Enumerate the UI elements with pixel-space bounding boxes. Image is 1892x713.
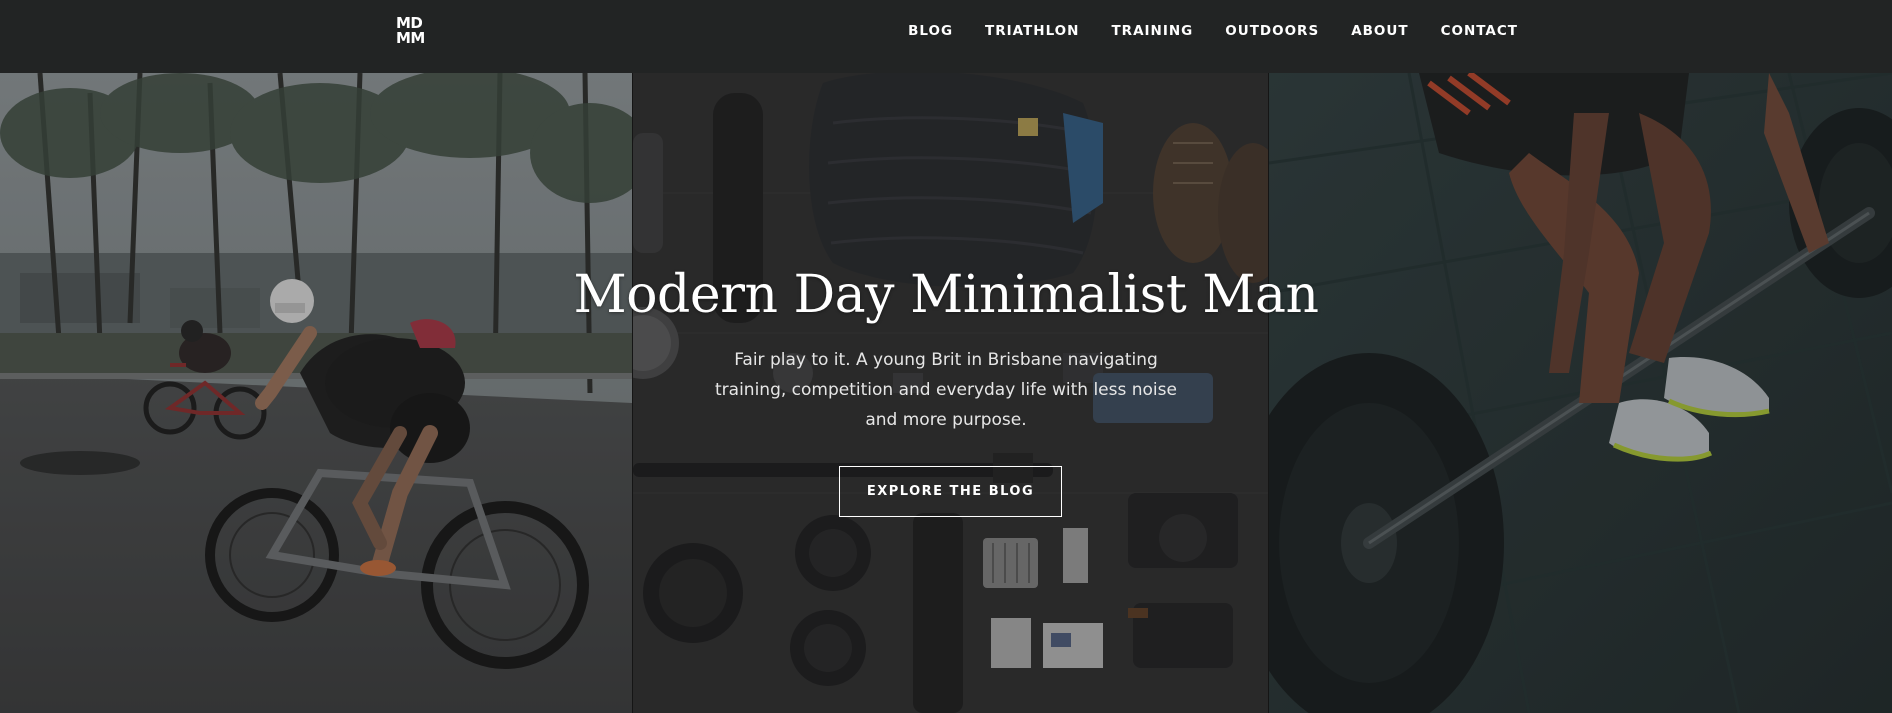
page: MD MM BLOG TRIATHLON TRAINING OUTDOORS A… xyxy=(0,0,1892,713)
main-nav: BLOG TRIATHLON TRAINING OUTDOORS ABOUT C… xyxy=(876,0,1518,62)
site-logo[interactable]: MD MM xyxy=(396,16,436,48)
site-header: MD MM BLOG TRIATHLON TRAINING OUTDOORS A… xyxy=(0,0,1892,73)
hero-subtitle: Fair play to it. A young Brit in Brisban… xyxy=(715,350,1177,430)
logo-line-2: MM xyxy=(396,29,425,47)
nav-triathlon[interactable]: TRIATHLON xyxy=(985,23,1079,39)
nav-training[interactable]: TRAINING xyxy=(1111,23,1193,39)
nav-outdoors[interactable]: OUTDOORS xyxy=(1225,23,1319,39)
nav-contact[interactable]: CONTACT xyxy=(1441,23,1518,39)
hero-overlay: Modern Day Minimalist Man Fair play to i… xyxy=(0,73,1892,713)
hero-title: Modern Day Minimalist Man xyxy=(573,265,1319,325)
nav-about[interactable]: ABOUT xyxy=(1351,23,1408,39)
explore-blog-button[interactable]: EXPLORE THE BLOG xyxy=(839,466,1062,517)
nav-blog[interactable]: BLOG xyxy=(908,23,953,39)
